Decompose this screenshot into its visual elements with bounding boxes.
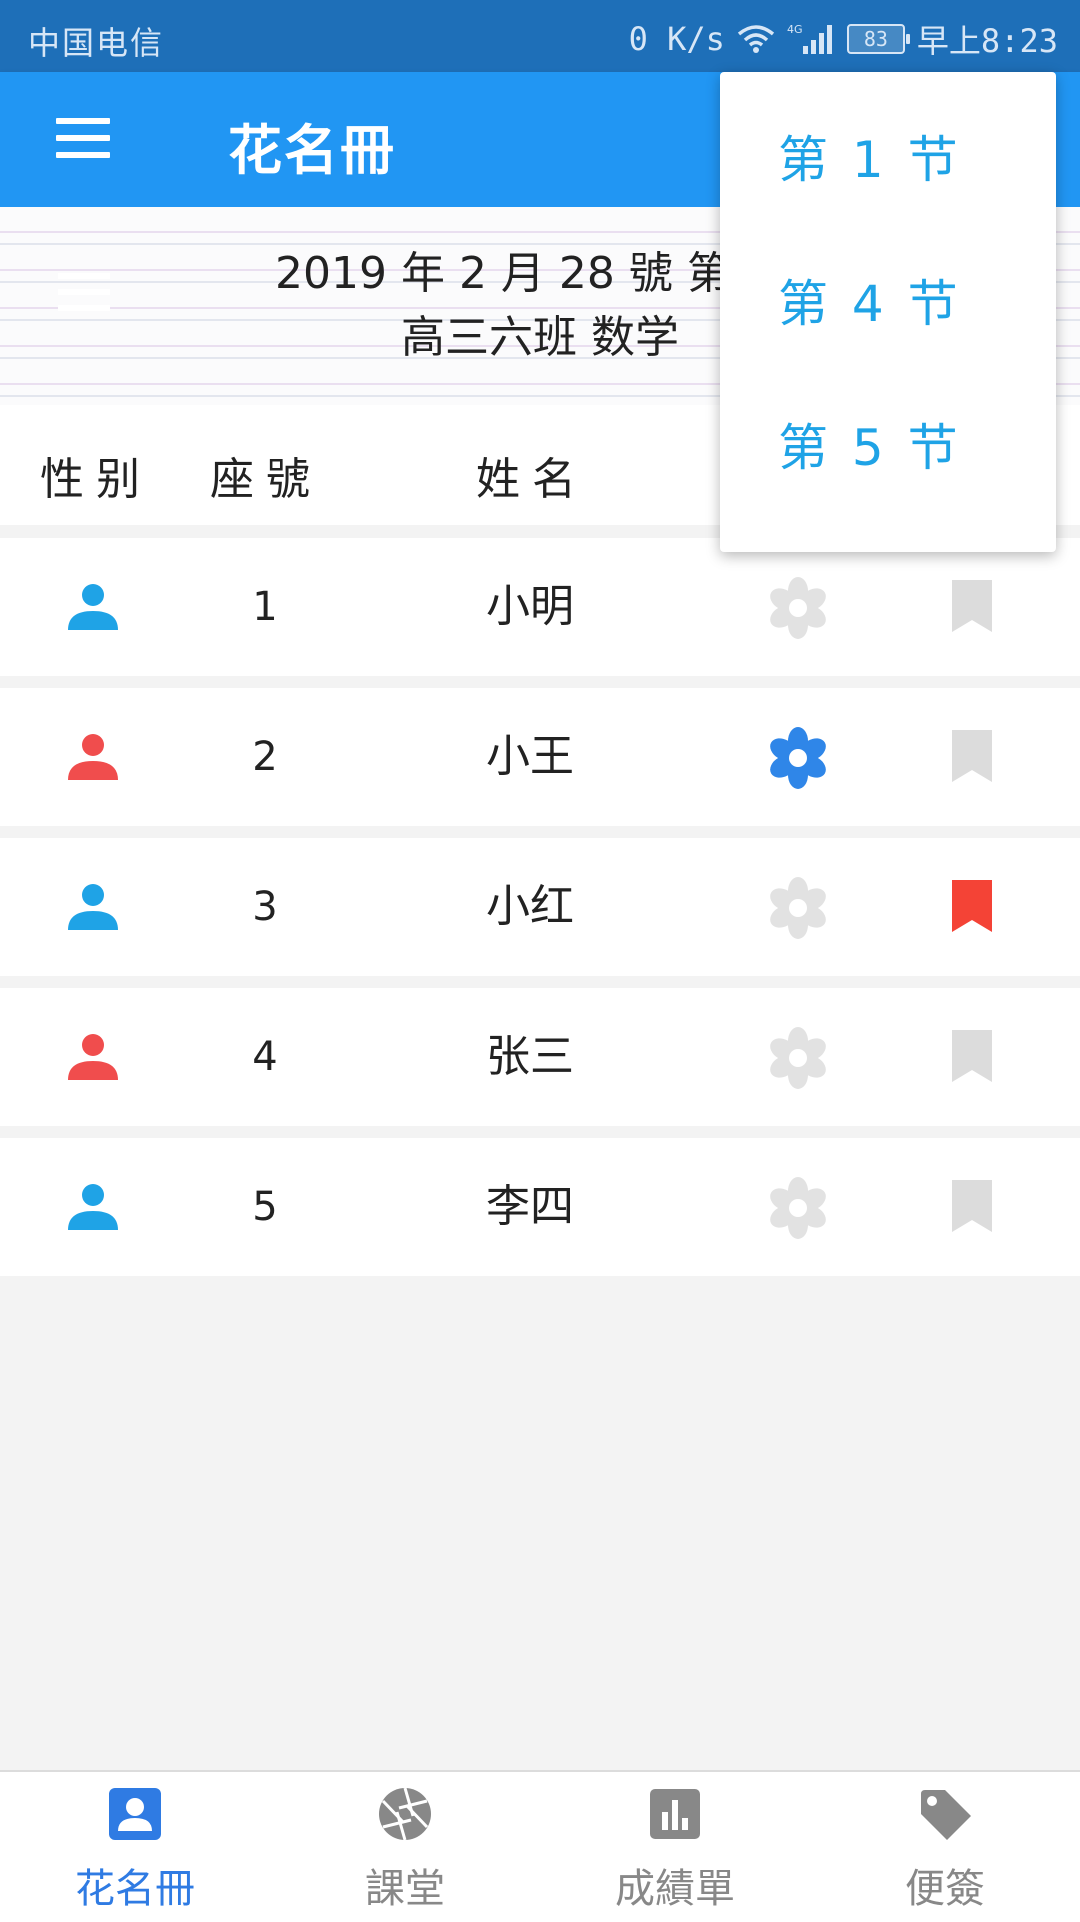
student-name: 李四 [486, 1181, 574, 1232]
column-gender: 性别 [40, 454, 152, 505]
table-row[interactable]: 5 李四 [0, 1138, 1080, 1276]
bookmark-icon[interactable] [950, 578, 994, 634]
student-name: 小红 [486, 881, 574, 932]
clock: 早上8:23 [916, 22, 1058, 60]
student-name: 小王 [486, 731, 574, 782]
lesson-period-dropdown: 第 1 节 第 4 节 第 5 节 [720, 72, 1056, 552]
carrier-label: 中国电信 [28, 24, 165, 62]
cellular-signal-icon: 4G [787, 22, 835, 56]
period-option-4[interactable]: 第 4 节 [720, 232, 1056, 376]
seat-number: 3 [252, 884, 278, 930]
nav-notes-label: 便簽 [905, 1866, 985, 1912]
flower-icon[interactable] [766, 726, 830, 790]
bottom-navigation: 花名冊 課堂 成績單 便簽 [0, 1770, 1080, 1922]
flower-icon[interactable] [766, 1176, 830, 1240]
bookmark-icon[interactable] [950, 1178, 994, 1234]
battery-icon: 83 [846, 24, 910, 54]
network-type-label: 4G [787, 23, 803, 36]
nav-classroom[interactable]: 課堂 [270, 1772, 540, 1922]
seat-number: 4 [252, 1034, 278, 1080]
student-name: 张三 [486, 1031, 574, 1082]
lesson-date: 2019 年 2 月 28 號 第 [275, 248, 731, 299]
nav-classroom-label: 課堂 [365, 1866, 445, 1912]
bookmark-icon[interactable] [950, 1028, 994, 1084]
nav-roster[interactable]: 花名冊 [0, 1772, 270, 1922]
column-seat: 座號 [210, 454, 322, 505]
person-badge-icon [107, 1786, 163, 1842]
status-bar: 中国电信 0 K/s 4G 83 早上8:23 [0, 0, 1080, 72]
status-indicators: 0 K/s 4G 83 早上8:23 [629, 16, 1058, 62]
table-row[interactable]: 3 小红 [0, 838, 1080, 976]
male-person-icon [66, 880, 120, 934]
nav-grades[interactable]: 成績單 [540, 1772, 810, 1922]
female-person-icon [66, 730, 120, 784]
column-name: 姓名 [476, 454, 588, 505]
hamburger-menu-icon[interactable] [56, 118, 110, 158]
student-name: 小明 [486, 581, 574, 632]
female-person-icon [66, 1030, 120, 1084]
bookmark-icon[interactable] [950, 728, 994, 784]
flower-icon[interactable] [766, 1026, 830, 1090]
camera-aperture-icon [377, 1786, 433, 1842]
page-title: 花名冊 [228, 119, 396, 182]
table-row[interactable]: 2 小王 [0, 688, 1080, 826]
male-person-icon [66, 1180, 120, 1234]
bookmark-icon[interactable] [950, 878, 994, 934]
network-speed: 0 K/s [628, 20, 725, 58]
seat-number: 2 [252, 734, 278, 780]
male-person-icon [66, 580, 120, 634]
tag-icon [917, 1786, 973, 1842]
period-option-1[interactable]: 第 1 节 [720, 88, 1056, 232]
seat-number: 1 [252, 584, 278, 630]
bar-chart-icon [647, 1786, 703, 1842]
table-row[interactable]: 1 小明 [0, 538, 1080, 676]
seat-number: 5 [252, 1184, 278, 1230]
table-row[interactable]: 4 张三 [0, 988, 1080, 1126]
nav-roster-label: 花名冊 [75, 1866, 195, 1912]
nav-grades-label: 成績單 [615, 1866, 735, 1912]
flower-icon[interactable] [766, 876, 830, 940]
nav-notes[interactable]: 便簽 [810, 1772, 1080, 1922]
flower-icon[interactable] [766, 576, 830, 640]
wifi-icon [737, 24, 775, 54]
period-option-5[interactable]: 第 5 节 [720, 376, 1056, 520]
